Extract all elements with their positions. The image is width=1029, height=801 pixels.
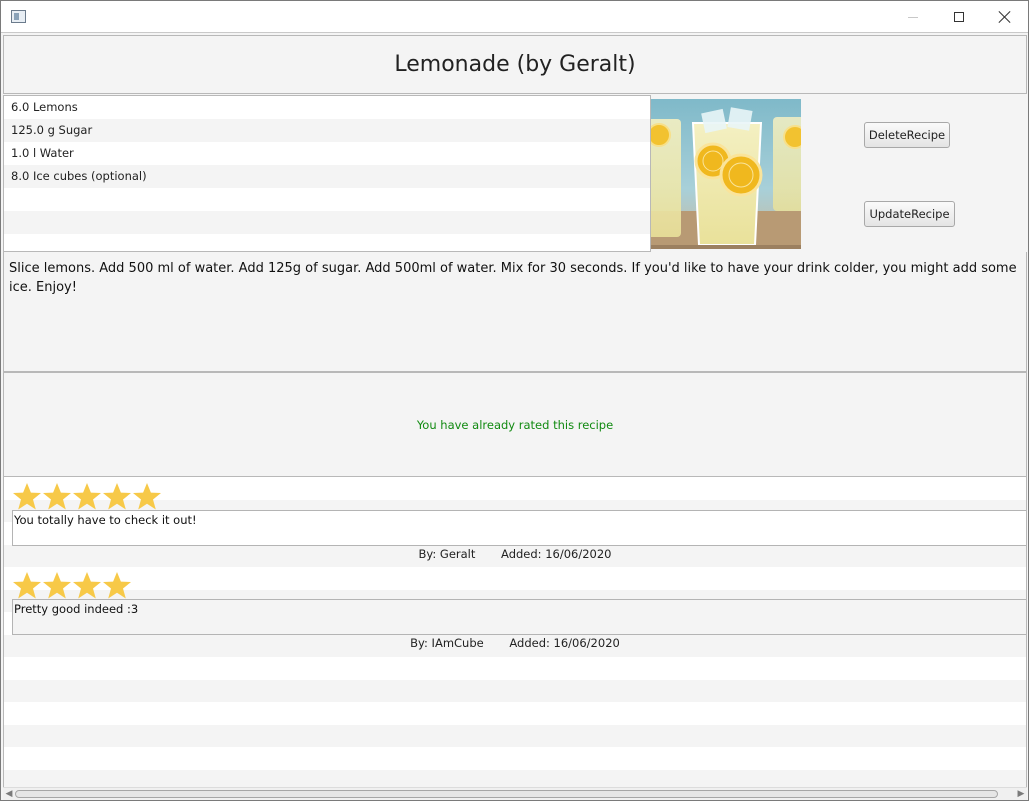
ingredient-item[interactable]: 8.0 Ice cubes (optional) <box>4 165 650 188</box>
reviews-list[interactable]: You totally have to check it out! By: Ge… <box>3 477 1027 788</box>
review-star-rating <box>12 482 162 510</box>
maximize-button[interactable] <box>936 1 982 33</box>
scroll-left-icon[interactable]: ◀ <box>3 788 15 800</box>
maximize-icon <box>954 12 964 22</box>
star-icon <box>133 483 161 510</box>
star-icon <box>43 572 71 599</box>
recipe-description: Slice lemons. Add 500 ml of water. Add 1… <box>3 252 1027 372</box>
ingredients-list[interactable]: 6.0 Lemons 125.0 g Sugar 1.0 l Water 8.0… <box>3 95 651 252</box>
recipe-photo <box>651 99 801 249</box>
star-icon <box>13 483 41 510</box>
star-icon <box>43 483 71 510</box>
already-rated-message: You have already rated this recipe <box>416 417 614 432</box>
star-icon <box>103 572 131 599</box>
update-recipe-button[interactable]: UpdateRecipe <box>864 201 955 227</box>
review-author: By: Geralt <box>418 547 476 561</box>
app-window-icon <box>11 10 26 23</box>
review-date: Added: 16/06/2020 <box>509 636 620 650</box>
close-icon <box>999 11 1011 23</box>
scrollbar-thumb[interactable] <box>15 790 998 798</box>
ingredient-item[interactable]: 125.0 g Sugar <box>4 119 650 142</box>
review-star-rating <box>12 571 132 599</box>
review-author: By: IAmCube <box>410 636 484 650</box>
star-icon <box>73 572 101 599</box>
recipe-header: Lemonade (by Geralt) <box>3 35 1027 94</box>
ingredient-item[interactable]: 6.0 Lemons <box>4 96 650 119</box>
star-icon <box>103 483 131 510</box>
horizontal-scrollbar[interactable]: ◀ ▶ <box>3 787 1027 800</box>
review-meta: By: IAmCube Added: 16/06/2020 <box>4 636 1026 650</box>
review-comment: Pretty good indeed :3 <box>12 599 1026 635</box>
ingredient-item-empty <box>4 188 650 211</box>
review-meta: By: Geralt Added: 16/06/2020 <box>4 547 1026 561</box>
delete-recipe-button[interactable]: DeleteRecipe <box>864 122 950 148</box>
star-icon <box>73 483 101 510</box>
ingredient-item[interactable]: 1.0 l Water <box>4 142 650 165</box>
ingredient-item-empty <box>4 211 650 234</box>
scroll-right-icon[interactable]: ▶ <box>1015 788 1027 800</box>
recipe-window: Lemonade (by Geralt) 6.0 Lemons 125.0 g … <box>0 0 1029 801</box>
minimize-icon <box>908 16 918 18</box>
star-icon <box>13 572 41 599</box>
review-item[interactable]: You totally have to check it out! By: Ge… <box>4 477 1026 566</box>
rating-area: You have already rated this recipe <box>3 372 1027 477</box>
review-date: Added: 16/06/2020 <box>501 547 612 561</box>
review-comment: You totally have to check it out! <box>12 510 1026 546</box>
minimize-button[interactable] <box>890 1 936 33</box>
review-item[interactable]: Pretty good indeed :3 By: IAmCube Added:… <box>4 566 1026 655</box>
recipe-title: Lemonade (by Geralt) <box>394 52 636 77</box>
close-button[interactable] <box>982 1 1028 33</box>
title-bar[interactable] <box>1 1 1028 33</box>
